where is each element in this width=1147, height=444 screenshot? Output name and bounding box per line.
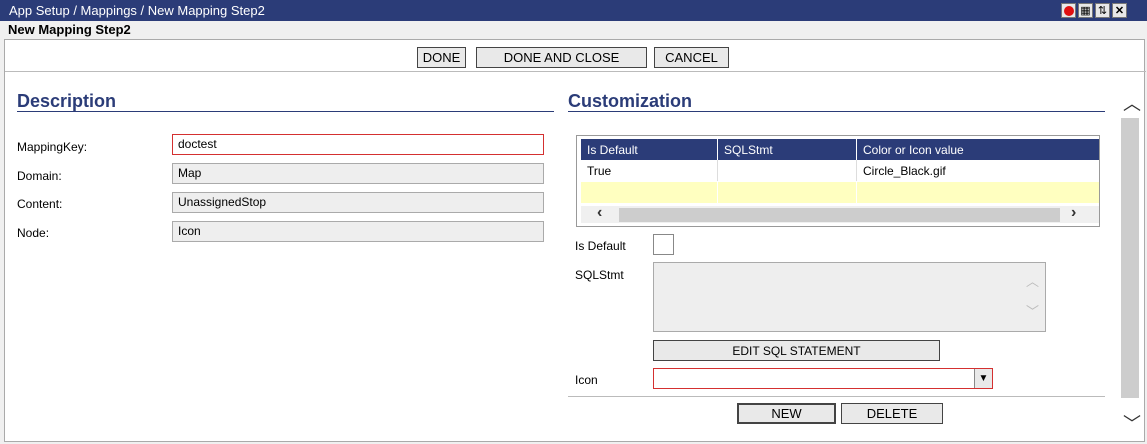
record-icon[interactable] bbox=[1061, 3, 1076, 18]
delete-button[interactable]: DELETE bbox=[841, 403, 943, 424]
description-divider bbox=[17, 111, 554, 112]
save-icon[interactable]: ▦ bbox=[1078, 3, 1093, 18]
breadcrumb: App Setup / Mappings / New Mapping Step2 bbox=[9, 3, 265, 18]
customization-title: Customization bbox=[568, 91, 692, 111]
close-icon[interactable]: ✕ bbox=[1112, 3, 1127, 18]
new-row[interactable] bbox=[581, 182, 1099, 203]
toolbar-divider bbox=[5, 71, 1146, 72]
table-cell: True bbox=[581, 160, 718, 181]
page-title: New Mapping Step2 bbox=[8, 22, 131, 37]
domain-label: Domain: bbox=[17, 169, 62, 183]
mapping-key-label: MappingKey: bbox=[17, 140, 88, 154]
chevron-up-icon[interactable]: ︿ bbox=[1123, 90, 1141, 116]
column-header-sqlstmt[interactable]: SQLStmt bbox=[718, 139, 857, 160]
scrollbar-thumb[interactable] bbox=[619, 208, 1060, 222]
is-default-label: Is Default bbox=[575, 239, 626, 253]
table-cell: Circle_Black.gif bbox=[863, 164, 946, 178]
chevron-down-icon[interactable]: ﹀ bbox=[1026, 301, 1039, 320]
customization-divider bbox=[568, 111, 1105, 112]
new-button[interactable]: NEW bbox=[737, 403, 836, 424]
domain-field[interactable]: Map bbox=[172, 163, 544, 184]
content-label: Content: bbox=[17, 197, 63, 211]
customization-bottom-divider bbox=[568, 396, 1105, 397]
window-titlebar: App Setup / Mappings / New Mapping Step2… bbox=[0, 0, 1147, 21]
refresh-icon[interactable]: ⇅ bbox=[1095, 3, 1110, 18]
table-row[interactable]: True Circle_Black.gif bbox=[581, 160, 1099, 181]
chevron-down-icon[interactable]: ﹀ bbox=[1123, 410, 1141, 436]
sqlstmt-label: SQLStmt bbox=[575, 268, 624, 282]
cancel-button[interactable]: CANCEL bbox=[654, 47, 729, 68]
table-cell bbox=[718, 160, 857, 181]
column-header-icon-value[interactable]: Color or Icon value bbox=[857, 139, 1099, 160]
sqlstmt-textarea[interactable]: ︿ ﹀ bbox=[653, 262, 1046, 332]
icon-label: Icon bbox=[575, 373, 598, 387]
chevron-up-icon[interactable]: ︿ bbox=[1026, 271, 1039, 290]
node-field[interactable]: Icon bbox=[172, 221, 544, 242]
table-cell bbox=[857, 182, 1099, 203]
icon-select[interactable]: ▼ bbox=[653, 368, 993, 389]
vertical-scrollbar[interactable]: ︿ ﹀ bbox=[1119, 80, 1141, 440]
main-panel: DONE DONE AND CLOSE CANCEL Description M… bbox=[4, 39, 1146, 442]
node-label: Node: bbox=[17, 226, 50, 240]
description-title: Description bbox=[17, 91, 117, 111]
dropdown-arrow-icon[interactable]: ▼ bbox=[974, 369, 992, 388]
done-and-close-button[interactable]: DONE AND CLOSE bbox=[476, 47, 647, 68]
scrollbar-thumb[interactable] bbox=[1121, 118, 1139, 398]
edit-sql-statement-button[interactable]: EDIT SQL STATEMENT bbox=[653, 340, 940, 361]
is-default-checkbox[interactable] bbox=[653, 234, 674, 255]
chevron-left-icon[interactable]: ‹ bbox=[597, 204, 602, 222]
chevron-right-icon[interactable]: › bbox=[1071, 204, 1076, 222]
page-header: New Mapping Step2 bbox=[0, 21, 1147, 38]
mapping-key-field[interactable]: doctest bbox=[172, 134, 544, 155]
content-field[interactable]: UnassignedStop bbox=[172, 192, 544, 213]
table-cell bbox=[581, 182, 718, 203]
customization-grid: Is Default SQLStmt Color or Icon value T… bbox=[576, 135, 1100, 227]
grid-horizontal-scrollbar[interactable]: ‹ › bbox=[581, 204, 1099, 223]
grid-header: Is Default SQLStmt Color or Icon value bbox=[581, 139, 1099, 160]
table-cell bbox=[718, 182, 857, 203]
done-button[interactable]: DONE bbox=[417, 47, 466, 68]
column-header-is-default[interactable]: Is Default bbox=[581, 139, 718, 160]
